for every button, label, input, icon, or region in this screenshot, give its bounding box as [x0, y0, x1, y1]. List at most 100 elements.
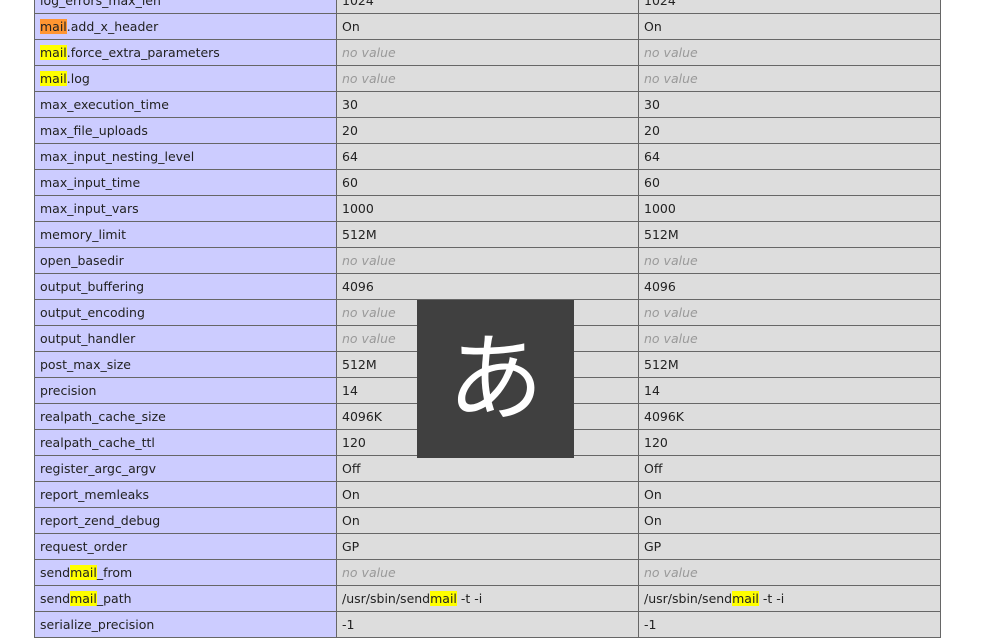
directive-prefix: send	[40, 591, 71, 606]
master-value: 1000	[638, 195, 941, 222]
directive-name: max_execution_time	[34, 91, 337, 118]
value-prefix: /usr/sbin/send	[342, 591, 431, 606]
table-row: mail.force_extra_parameters no value no …	[34, 39, 941, 66]
master-value: no value	[638, 559, 941, 586]
master-value: no value	[638, 39, 941, 66]
find-match: mail	[40, 71, 67, 86]
find-match: mail	[70, 565, 97, 580]
directive-name: report_memleaks	[34, 481, 337, 508]
table-row: serialize_precision -1 -1	[34, 611, 941, 638]
local-value: 1024	[336, 0, 639, 14]
local-value: 64	[336, 143, 639, 170]
directive-name: max_file_uploads	[34, 117, 337, 144]
find-match: mail	[430, 591, 457, 606]
table-row: output_buffering 4096 4096	[34, 273, 941, 300]
master-value: 20	[638, 117, 941, 144]
local-value: On	[336, 13, 639, 40]
master-value: no value	[638, 65, 941, 92]
master-value: -1	[638, 611, 941, 638]
local-value: no value	[336, 559, 639, 586]
master-value: no value	[638, 299, 941, 326]
directive-name: mail.log	[34, 65, 337, 92]
master-value: 512M	[638, 221, 941, 248]
master-value: 4096	[638, 273, 941, 300]
local-value: /usr/sbin/sendmail -t -i	[336, 585, 639, 612]
table-row: register_argc_argv Off Off	[34, 455, 941, 482]
local-value: 512M	[336, 221, 639, 248]
table-row: report_zend_debug On On	[34, 507, 941, 534]
directive-name: sendmail_from	[34, 559, 337, 586]
table-row: max_file_uploads 20 20	[34, 117, 941, 144]
directive-name: log_errors_max_len	[34, 0, 337, 14]
table-row: sendmail_from no value no value	[34, 559, 941, 586]
master-value: On	[638, 13, 941, 40]
table-row: open_basedir no value no value	[34, 247, 941, 274]
master-value: Off	[638, 455, 941, 482]
local-value: 60	[336, 169, 639, 196]
local-value: 1000	[336, 195, 639, 222]
master-value: 60	[638, 169, 941, 196]
table-row: max_input_vars 1000 1000	[34, 195, 941, 222]
directive-name: request_order	[34, 533, 337, 560]
directive-name: output_encoding	[34, 299, 337, 326]
master-value: no value	[638, 325, 941, 352]
master-value: GP	[638, 533, 941, 560]
master-value: 4096K	[638, 403, 941, 430]
master-value: On	[638, 507, 941, 534]
ime-mode-indicator: あ	[417, 300, 574, 458]
master-value: no value	[638, 247, 941, 274]
directive-name: report_zend_debug	[34, 507, 337, 534]
master-value: 120	[638, 429, 941, 456]
directive-name: max_input_time	[34, 169, 337, 196]
directive-name: realpath_cache_size	[34, 403, 337, 430]
find-match-current: mail	[40, 19, 67, 34]
master-value: 512M	[638, 351, 941, 378]
local-value: 30	[336, 91, 639, 118]
directive-name: open_basedir	[34, 247, 337, 274]
directive-name: mail.add_x_header	[34, 13, 337, 40]
value-prefix: /usr/sbin/send	[644, 591, 733, 606]
value-suffix: -t -i	[758, 591, 785, 606]
local-value: no value	[336, 65, 639, 92]
directive-name: register_argc_argv	[34, 455, 337, 482]
table-row: report_memleaks On On	[34, 481, 941, 508]
local-value: Off	[336, 455, 639, 482]
table-row: request_order GP GP	[34, 533, 941, 560]
directive-suffix: _from	[96, 565, 133, 580]
local-value: no value	[336, 39, 639, 66]
directive-name: max_input_nesting_level	[34, 143, 337, 170]
local-value: no value	[336, 247, 639, 274]
directive-name: post_max_size	[34, 351, 337, 378]
master-value: /usr/sbin/sendmail -t -i	[638, 585, 941, 612]
table-row: sendmail_path /usr/sbin/sendmail -t -i /…	[34, 585, 941, 612]
local-value: GP	[336, 533, 639, 560]
master-value: 1024	[638, 0, 941, 14]
table-row: max_input_time 60 60	[34, 169, 941, 196]
master-value: 64	[638, 143, 941, 170]
table-row: memory_limit 512M 512M	[34, 221, 941, 248]
directive-name: sendmail_path	[34, 585, 337, 612]
directive-prefix: send	[40, 565, 71, 580]
directive-suffix: _path	[96, 591, 132, 606]
directive-name: max_input_vars	[34, 195, 337, 222]
find-match: mail	[732, 591, 759, 606]
directive-suffix: .log	[66, 71, 90, 86]
value-suffix: -t -i	[456, 591, 483, 606]
master-value: On	[638, 481, 941, 508]
local-value: -1	[336, 611, 639, 638]
directive-name: mail.force_extra_parameters	[34, 39, 337, 66]
local-value: 20	[336, 117, 639, 144]
master-value: 30	[638, 91, 941, 118]
directive-name: output_buffering	[34, 273, 337, 300]
find-match: mail	[40, 45, 67, 60]
table-row: mail.add_x_header On On	[34, 13, 941, 40]
table-row: max_input_nesting_level 64 64	[34, 143, 941, 170]
directive-suffix: .add_x_header	[66, 19, 159, 34]
local-value: 4096	[336, 273, 639, 300]
directive-suffix: .force_extra_parameters	[66, 45, 220, 60]
directive-name: serialize_precision	[34, 611, 337, 638]
find-match: mail	[70, 591, 97, 606]
master-value: 14	[638, 377, 941, 404]
table-row: log_errors_max_len 1024 1024	[34, 0, 941, 14]
local-value: On	[336, 507, 639, 534]
